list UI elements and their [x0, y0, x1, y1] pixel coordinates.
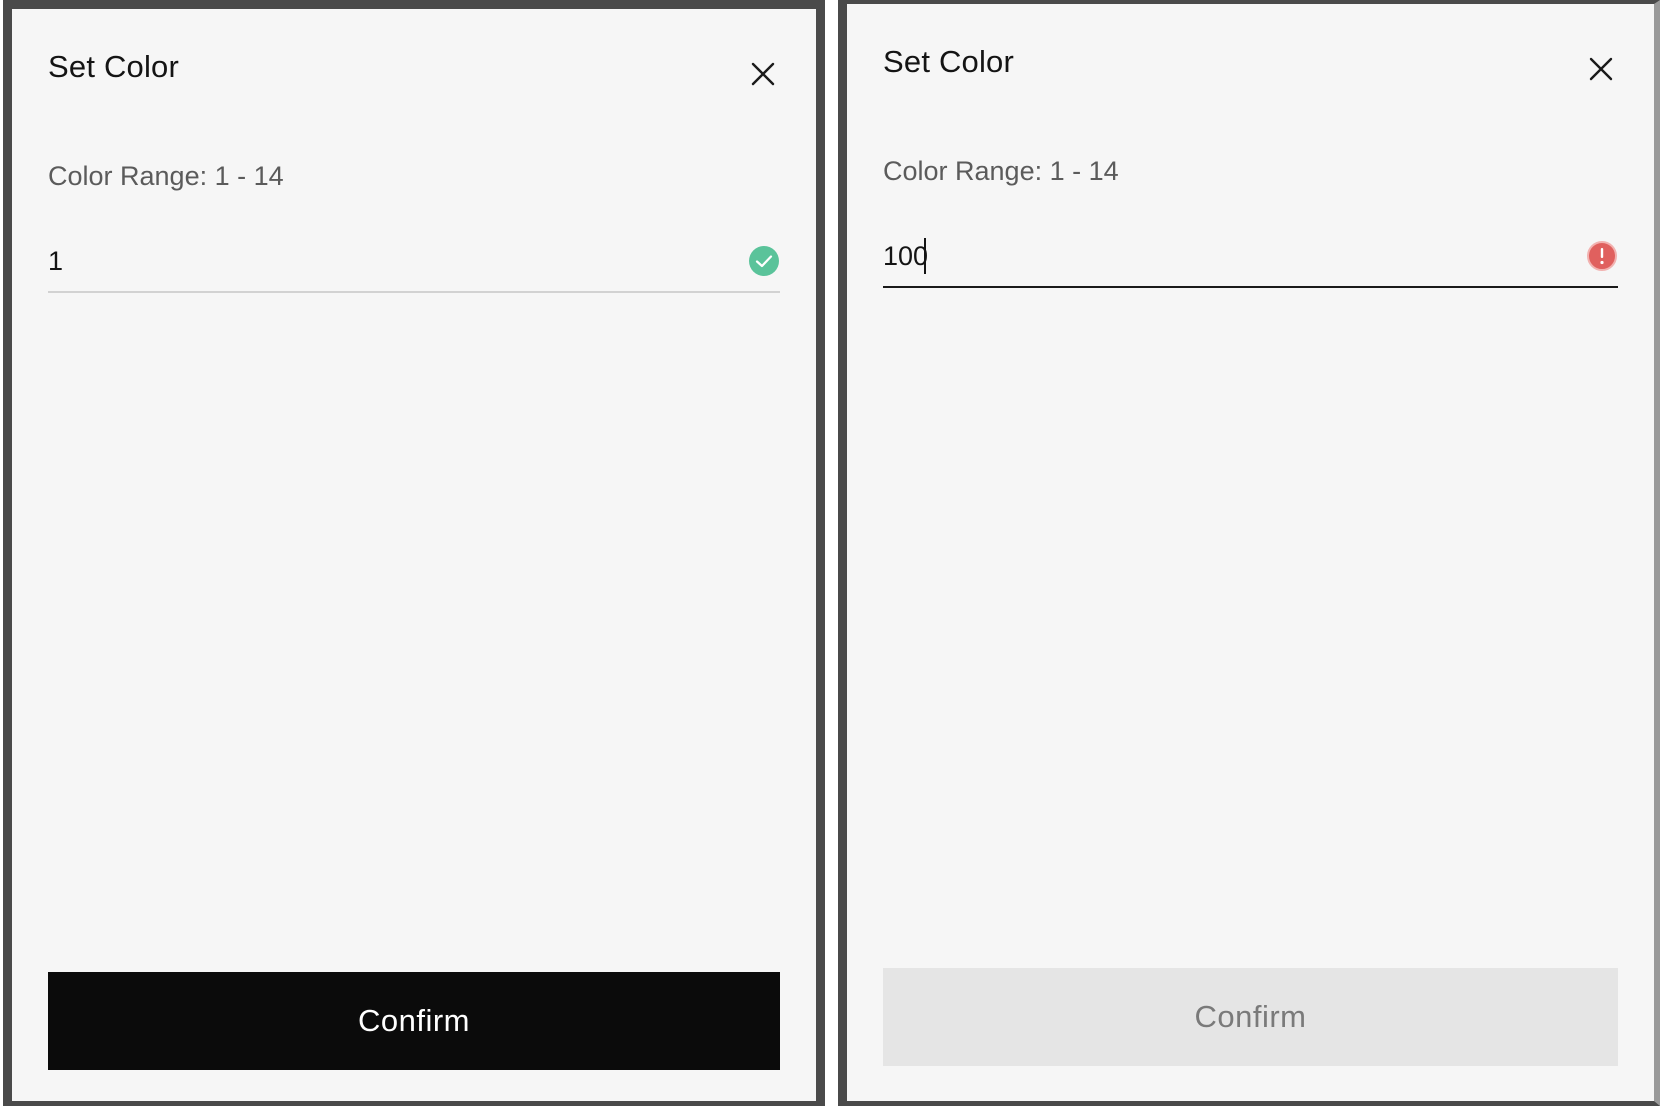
set-color-dialog-valid: Set Color Color Range: 1 - 14 Confirm	[3, 0, 825, 1106]
confirm-button[interactable]: Confirm	[883, 968, 1618, 1066]
color-input-field	[48, 233, 780, 293]
color-input[interactable]	[883, 228, 1618, 284]
color-input-field	[883, 228, 1618, 288]
dialog-title: Set Color	[883, 44, 1015, 79]
text-caret	[924, 238, 926, 274]
comparison-stage: Set Color Color Range: 1 - 14 Confirm Se…	[0, 0, 1660, 1106]
close-icon	[1589, 57, 1613, 81]
input-underline	[883, 286, 1618, 288]
error-circle-icon	[1586, 240, 1618, 272]
close-button[interactable]	[1584, 52, 1618, 86]
color-input[interactable]	[48, 233, 780, 289]
dialog-title: Set Color	[48, 49, 180, 84]
set-color-dialog-error: Set Color Color Range: 1 - 14 Confirm	[838, 0, 1660, 1106]
confirm-button[interactable]: Confirm	[48, 972, 780, 1070]
input-underline	[48, 291, 780, 293]
close-icon	[751, 62, 775, 86]
color-range-label: Color Range: 1 - 14	[883, 156, 1119, 186]
color-range-label: Color Range: 1 - 14	[48, 161, 284, 191]
check-circle-icon	[748, 245, 780, 277]
close-button[interactable]	[746, 57, 780, 91]
